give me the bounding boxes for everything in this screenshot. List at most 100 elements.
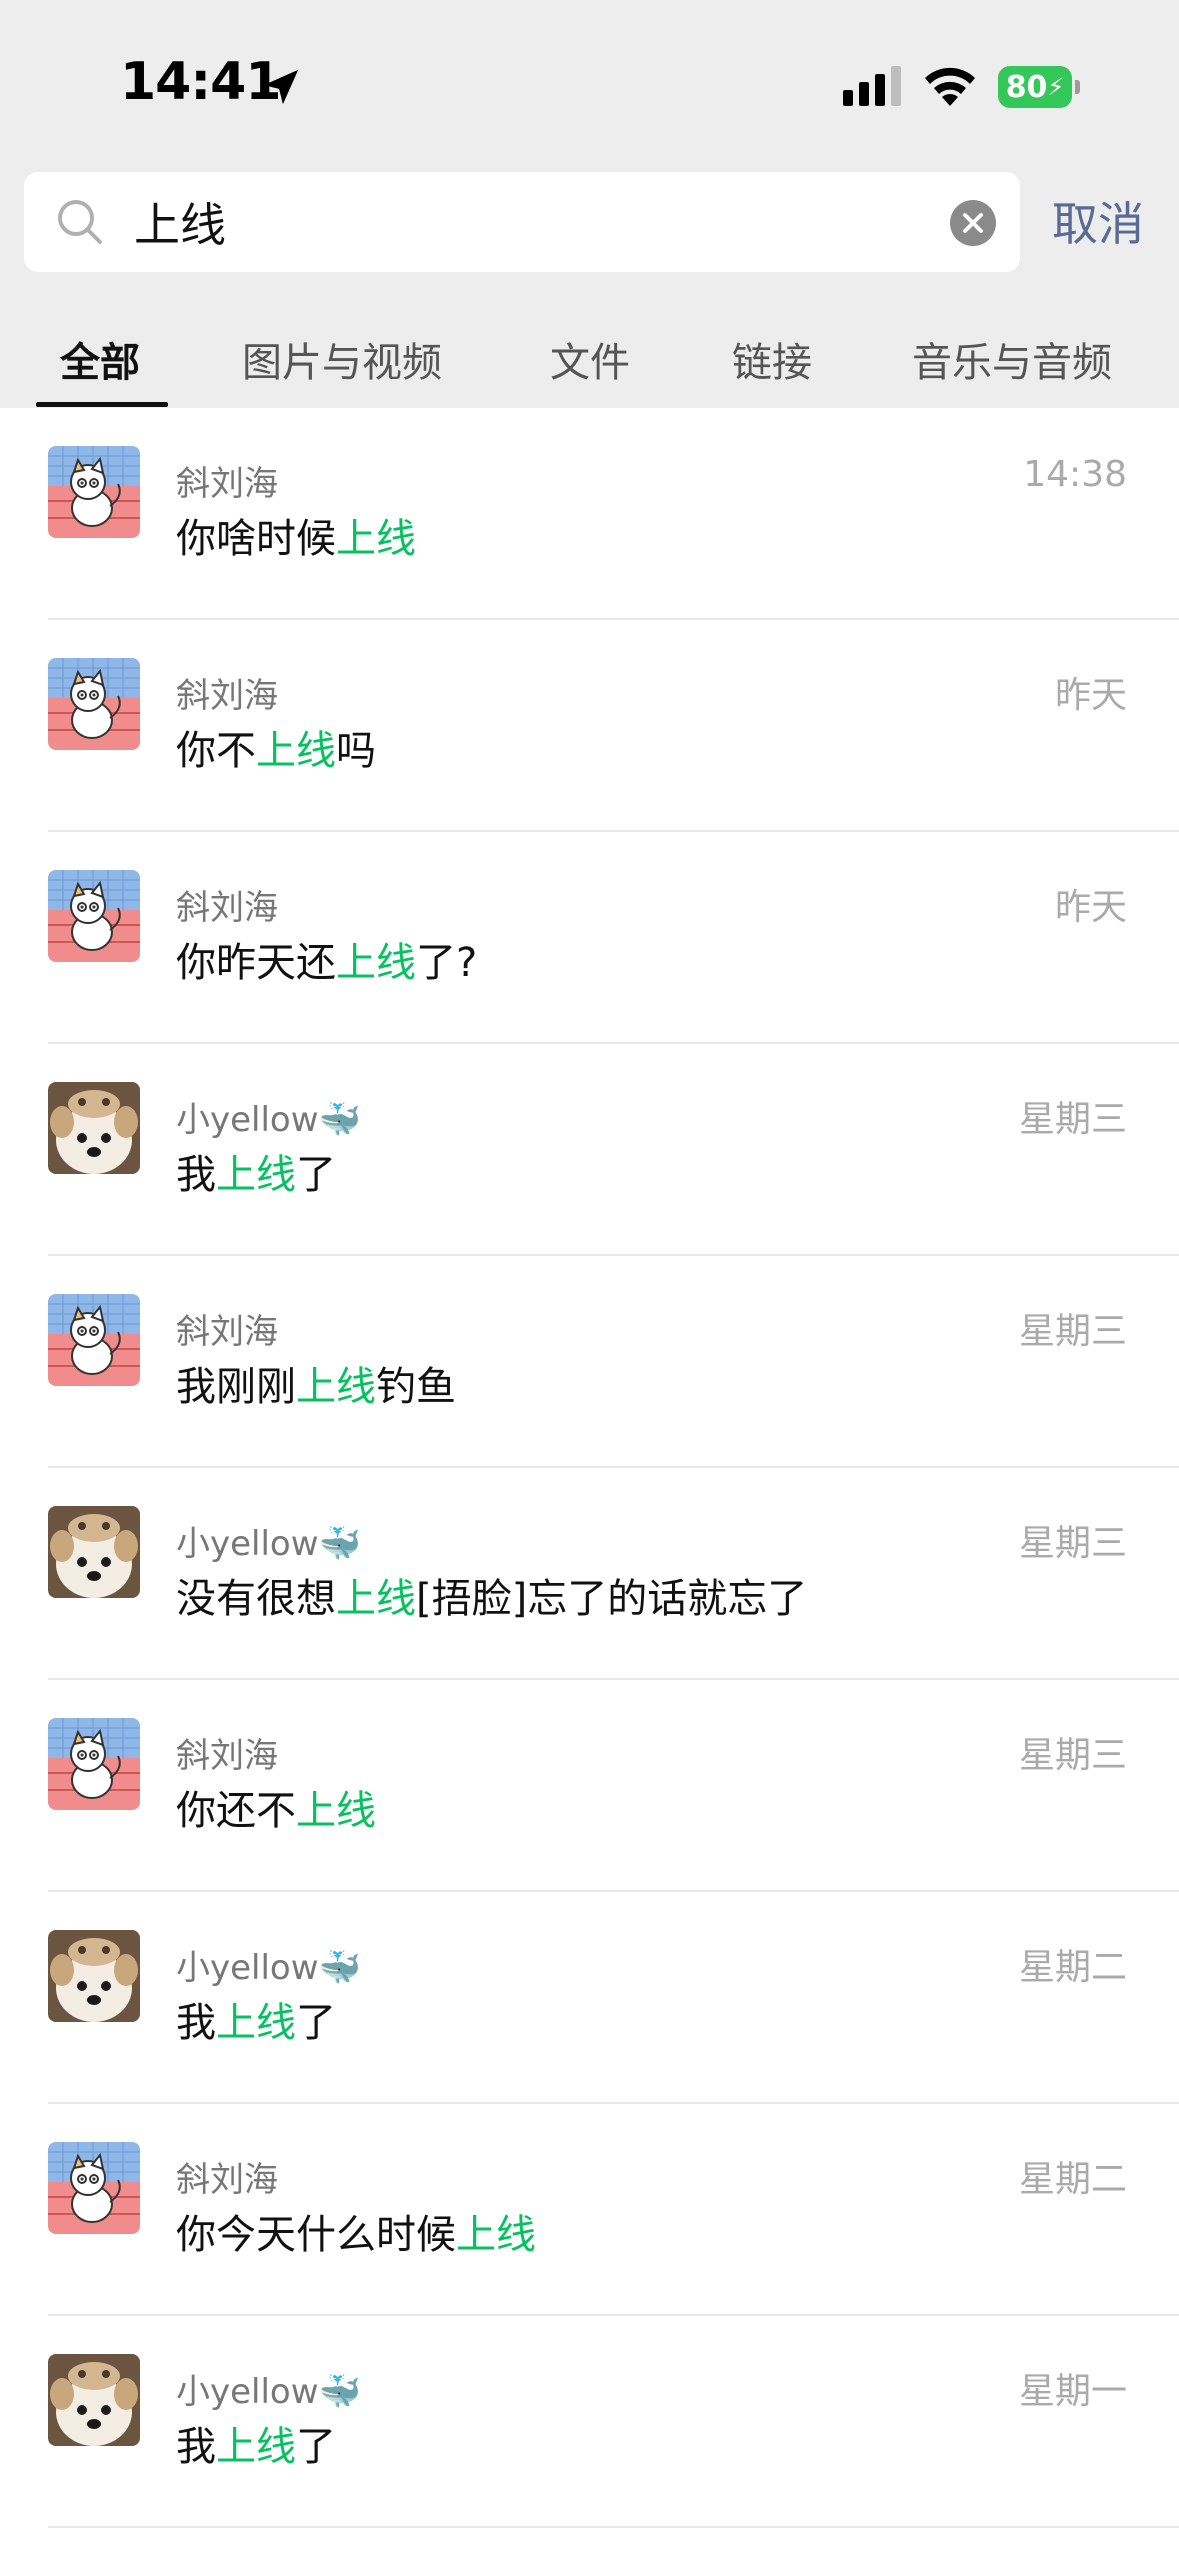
message-post: 了: [296, 2000, 336, 2046]
message-date: 昨天: [1054, 675, 1127, 716]
sender-name: 斜刘海: [176, 880, 278, 929]
result-row[interactable]: 斜刘海 你还不上线 星期三: [0, 1680, 1179, 1892]
result-row[interactable]: 斜刘海 你不上线吗 昨天: [0, 620, 1179, 832]
search-results-list: 斜刘海 你啥时候上线 14:38 斜刘海 你不上线吗 昨天 斜刘海 你昨天还上线…: [0, 408, 1179, 2528]
tab-images-videos[interactable]: 图片与视频: [242, 330, 442, 388]
battery-icon: 80 ⚡: [998, 66, 1080, 108]
message-text: 没有很想上线[捂脸]忘了的话就忘了: [176, 1566, 807, 1624]
highlight-keyword: 上线: [456, 2212, 536, 2258]
sender-name: 小yellow🐳: [176, 2364, 361, 2413]
sender-name-text: 斜刘海: [176, 2160, 278, 2200]
sender-name: 斜刘海: [176, 1304, 278, 1353]
highlight-keyword: 上线: [216, 1152, 296, 1198]
sender-name-text: 小yellow: [176, 1524, 319, 1564]
cat-avatar: [48, 446, 140, 538]
message-text: 你今天什么时候上线: [176, 2202, 536, 2260]
message-pre: 我刚刚: [176, 1364, 296, 1410]
message-pre: 我: [176, 2000, 216, 2046]
highlight-keyword: 上线: [296, 1788, 376, 1834]
message-date: 星期三: [1018, 1311, 1127, 1352]
whale-emoji: 🐳: [318, 2372, 361, 2412]
whale-emoji: 🐳: [318, 1100, 361, 1140]
message-date: 星期二: [1018, 2159, 1127, 2200]
message-date: 星期二: [1018, 1947, 1127, 1988]
dog-avatar: [48, 1082, 140, 1174]
message-date: 昨天: [1054, 887, 1127, 928]
result-row[interactable]: 斜刘海 我刚刚上线钓鱼 星期三: [0, 1256, 1179, 1468]
sender-name-text: 小yellow: [176, 1948, 319, 1988]
highlight-keyword: 上线: [216, 2000, 296, 2046]
message-pre: 我: [176, 1152, 216, 1198]
message-date: 星期一: [1018, 2371, 1127, 2412]
wifi-icon: [925, 67, 975, 106]
highlight-keyword: 上线: [336, 1576, 416, 1622]
message-pre: 我: [176, 2424, 216, 2470]
tab-music-audio[interactable]: 音乐与音频: [912, 330, 1112, 388]
search-input[interactable]: [134, 172, 954, 272]
sender-name: 小yellow🐳: [176, 1516, 361, 1565]
tab-links[interactable]: 链接: [732, 330, 812, 388]
active-tab-indicator: [36, 402, 168, 407]
sender-name: 斜刘海: [176, 1728, 278, 1777]
tab-files[interactable]: 文件: [550, 330, 630, 388]
cat-avatar: [48, 1718, 140, 1810]
clear-icon[interactable]: [950, 200, 996, 246]
highlight-keyword: 上线: [256, 728, 336, 774]
highlight-keyword: 上线: [336, 940, 416, 986]
message-post: 钓鱼: [376, 1364, 456, 1410]
filter-tabs: 全部 图片与视频 文件 链接 音乐与音频: [0, 320, 1179, 408]
sender-name: 斜刘海: [176, 668, 278, 717]
sender-name: 小yellow🐳: [176, 1940, 361, 1989]
result-row[interactable]: 斜刘海 你昨天还上线了? 昨天: [0, 832, 1179, 1044]
sender-name-text: 斜刘海: [176, 676, 278, 716]
sender-name-text: 斜刘海: [176, 1736, 278, 1776]
sender-name-text: 小yellow: [176, 1100, 319, 1140]
message-date: 14:38: [1023, 454, 1127, 495]
message-text: 我上线了: [176, 1990, 336, 2048]
message-pre: 你不: [176, 728, 256, 774]
highlight-keyword: 上线: [216, 2424, 296, 2470]
message-text: 我刚刚上线钓鱼: [176, 1354, 456, 1412]
status-bar: 14:41 80 ⚡: [0, 0, 1179, 170]
message-text: 你还不上线: [176, 1778, 376, 1836]
result-row[interactable]: 斜刘海 你今天什么时候上线 星期二: [0, 2104, 1179, 2316]
result-row[interactable]: 小yellow🐳 没有很想上线[捂脸]忘了的话就忘了 星期三: [0, 1468, 1179, 1680]
result-row[interactable]: 小yellow🐳 我上线了 星期二: [0, 1892, 1179, 2104]
message-date: 星期三: [1018, 1523, 1127, 1564]
result-row[interactable]: 小yellow🐳 我上线了 星期一: [0, 2316, 1179, 2528]
sender-name-text: 斜刘海: [176, 1312, 278, 1352]
whale-emoji: 🐳: [318, 1948, 361, 1988]
cat-avatar: [48, 658, 140, 750]
cat-avatar: [48, 1294, 140, 1386]
tab-all[interactable]: 全部: [60, 330, 140, 388]
message-text: 你昨天还上线了?: [176, 930, 477, 988]
message-pre: 你今天什么时候: [176, 2212, 456, 2258]
search-icon: [58, 200, 102, 244]
status-time: 14:41: [120, 52, 282, 112]
cellular-signal-icon: [843, 66, 901, 106]
message-pre: 你还不: [176, 1788, 296, 1834]
cancel-button[interactable]: 取消: [1052, 188, 1144, 254]
highlight-keyword: 上线: [336, 516, 416, 562]
message-post: 了: [296, 1152, 336, 1198]
message-pre: 没有很想: [176, 1576, 336, 1622]
location-arrow-icon: [263, 69, 299, 105]
dog-avatar: [48, 1506, 140, 1598]
header-area: 14:41 80⚡ 取消: [0, 0, 1179, 408]
message-text: 你不上线吗: [176, 718, 376, 776]
sender-name: 斜刘海: [176, 456, 278, 505]
sender-name: 小yellow🐳: [176, 1092, 361, 1141]
result-row[interactable]: 小yellow🐳 我上线了 星期三: [0, 1044, 1179, 1256]
cat-avatar: [48, 2142, 140, 2234]
battery-level: 80: [1005, 69, 1048, 105]
message-post: 了?: [416, 940, 478, 986]
message-post: [捂脸]忘了的话就忘了: [416, 1576, 808, 1622]
row-divider: [48, 2526, 1179, 2528]
search-bar[interactable]: [24, 172, 1020, 272]
sender-name-text: 小yellow: [176, 2372, 319, 2412]
message-post: 了: [296, 2424, 336, 2470]
result-row[interactable]: 斜刘海 你啥时候上线 14:38: [0, 408, 1179, 620]
message-text: 我上线了: [176, 2414, 336, 2472]
message-text: 你啥时候上线: [176, 506, 416, 564]
message-post: 吗: [336, 728, 376, 774]
